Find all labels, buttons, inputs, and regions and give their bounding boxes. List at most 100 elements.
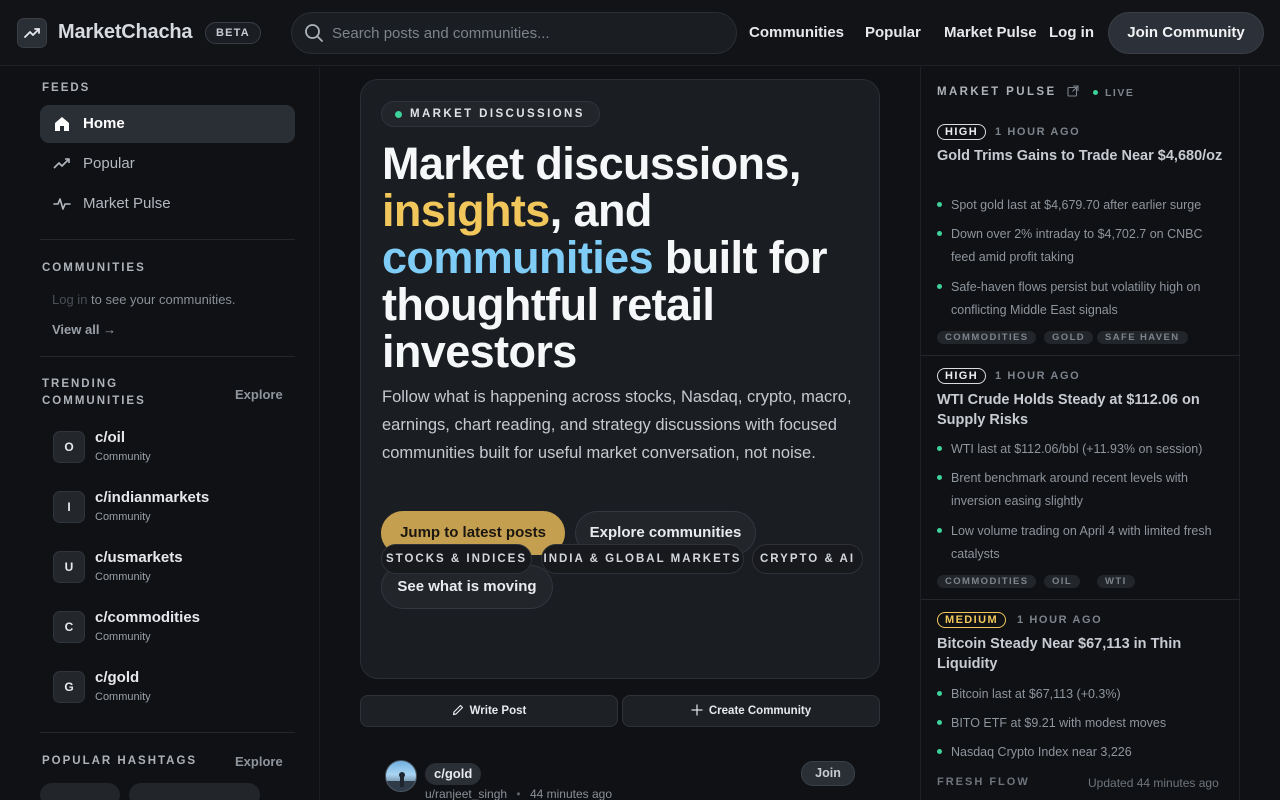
priority-badge: HIGH [937,368,987,384]
search-input[interactable] [332,13,722,53]
pulse-tag[interactable]: COMMODITIES [937,331,1037,344]
trending-label: TRENDING [42,378,119,390]
hero-card: MARKET DISCUSSIONS Market discussions, i… [360,79,880,679]
pulse-item[interactable]: HIGH 1 HOUR AGO WTI Crude Holds Steady a… [921,355,1240,599]
pulse-bullet: Nasdaq Crypto Index near 3,226 [937,741,1227,764]
pulse-bullet: Down over 2% intraday to $4,702.7 on CNB… [937,223,1227,269]
live-indicator: LIVE [1093,87,1134,99]
post-join-button[interactable]: Join [801,761,855,786]
pulse-title: Gold Trims Gains to Trade Near $4,680/oz [937,148,1223,164]
write-post-button[interactable]: Write Post [360,695,618,727]
trending-icon [53,158,70,169]
join-community-button[interactable]: Join Community [1108,12,1264,54]
top-bar: MarketChacha BETA Communities Popular Ma… [0,0,1280,66]
login-prompt: Log in to see your communities. [52,292,236,307]
live-dot-icon [1093,90,1098,95]
write-post-label: Write Post [469,705,527,717]
search-bar[interactable] [291,12,737,54]
pulse-item[interactable]: HIGH 1 HOUR AGO Gold Trims Gains to Trad… [921,112,1240,355]
create-community-label: Create Community [708,705,812,717]
community-sub: Community [95,571,151,583]
search-icon [305,24,323,42]
brand-name[interactable]: MarketChacha [58,21,193,44]
pulse-bullet: Spot gold last at $4,679.70 after earlie… [937,194,1227,217]
priority-badge: MEDIUM [937,612,1007,628]
pulse-tag[interactable]: WTI [1097,575,1135,588]
pulse-time: 1 HOUR AGO [1017,614,1103,626]
view-all-link[interactable]: View all → [52,322,116,337]
nav-communities[interactable]: Communities [749,24,844,41]
pulse-item[interactable]: MEDIUM 1 HOUR AGO Bitcoin Steady Near $6… [921,599,1240,769]
community-sub: Community [95,631,151,643]
sidebar-item-label: Market Pulse [83,195,171,212]
topic-pill-crypto-ai[interactable]: CRYPTO & AI [752,544,863,574]
hero-title: Market discussions, insights, and commun… [382,140,862,375]
sidebar-item-home[interactable]: Home [40,105,295,143]
pulse-tag[interactable]: SAFE HAVEN [1097,331,1188,344]
sidebar-divider [40,356,295,357]
pulse-bullet: Low volume trading on April 4 with limit… [937,520,1227,566]
pulse-tag[interactable]: COMMODITIES [937,575,1037,588]
sidebar-divider [40,239,295,240]
pulse-icon [53,198,71,210]
hero-tag: MARKET DISCUSSIONS [381,101,600,127]
sidebar-item-popular[interactable]: Popular [40,145,295,183]
topic-pill-stocks[interactable]: STOCKS & INDICES [381,544,532,574]
community-avatar: G [53,671,85,703]
hero-title-part: Market discussions, [382,138,801,189]
nav-popular[interactable]: Popular [865,24,921,41]
priority-badge: HIGH [937,124,987,140]
pulse-tag[interactable]: OIL [1044,575,1081,588]
hashtag-pill[interactable] [129,783,260,800]
pulse-bullet: Safe-haven flows persist but volatility … [937,276,1227,322]
meta-separator: • [516,787,521,800]
hero-title-part: , and [549,185,653,236]
pulse-tag[interactable]: GOLD [1044,331,1094,344]
community-avatar: O [53,431,85,463]
hashtag-pill[interactable] [40,783,120,800]
community-item-indianmarkets[interactable]: I c/indianmarkets Community [52,487,292,527]
community-item-usmarkets[interactable]: U c/usmarkets Community [52,547,292,587]
post-time: 44 minutes ago [529,787,613,800]
post-meta: u/ranjeet_singh • 44 minutes ago [425,787,612,800]
hashtags-explore-link[interactable]: Explore [235,754,283,769]
community-item-commodities[interactable]: C c/commodities Community [52,607,292,647]
sidebar-item-market-pulse[interactable]: Market Pulse [40,185,295,223]
login-prompt-link[interactable]: Log in [52,292,87,307]
community-avatar: U [53,551,85,583]
community-sub: Community [95,451,151,463]
community-item-oil[interactable]: O c/oil Community [52,427,292,467]
hero-tag-label: MARKET DISCUSSIONS [410,108,585,120]
community-item-gold[interactable]: G c/gold Community [52,667,292,707]
nav-market-pulse[interactable]: Market Pulse [944,24,1037,41]
updated-timestamp: Updated 44 minutes ago [1088,776,1219,790]
create-community-button[interactable]: Create Community [622,695,880,727]
trending-label: COMMUNITIES [42,395,146,407]
community-name: c/indianmarkets [95,489,210,506]
community-sub: Community [95,691,151,703]
topic-pill-india-global[interactable]: INDIA & GLOBAL MARKETS [541,544,744,574]
communities-label: COMMUNITIES [42,262,146,274]
pulse-time: 1 HOUR AGO [995,370,1081,382]
pulse-bullet: Brent benchmark around recent levels wit… [937,467,1227,513]
pulse-title: Bitcoin Steady Near $67,113 in Thin Liqu… [937,636,1182,672]
home-icon [55,117,69,131]
market-pulse-label: MARKET PULSE [937,86,1057,98]
community-avatar: I [53,491,85,523]
avatar[interactable] [385,760,417,792]
community-name: c/gold [95,669,140,686]
hero-title-highlight: communities [382,232,654,283]
community-name: c/usmarkets [95,549,183,566]
login-link[interactable]: Log in [1049,24,1094,41]
post-author[interactable]: u/ranjeet_singh [425,787,507,800]
post-community-chip[interactable]: c/gold [425,763,482,785]
community-avatar: C [53,611,85,643]
trending-explore-link[interactable]: Explore [235,387,283,402]
external-link-icon[interactable] [1067,85,1079,97]
feeds-label: FEEDS [42,82,91,94]
community-sub: Community [95,511,151,523]
sidebar-divider [40,732,295,733]
pulse-title: WTI Crude Holds Steady at $112.06 on Sup… [937,392,1200,428]
hero-title-highlight: insights [382,185,550,236]
logo-icon[interactable] [17,18,47,48]
